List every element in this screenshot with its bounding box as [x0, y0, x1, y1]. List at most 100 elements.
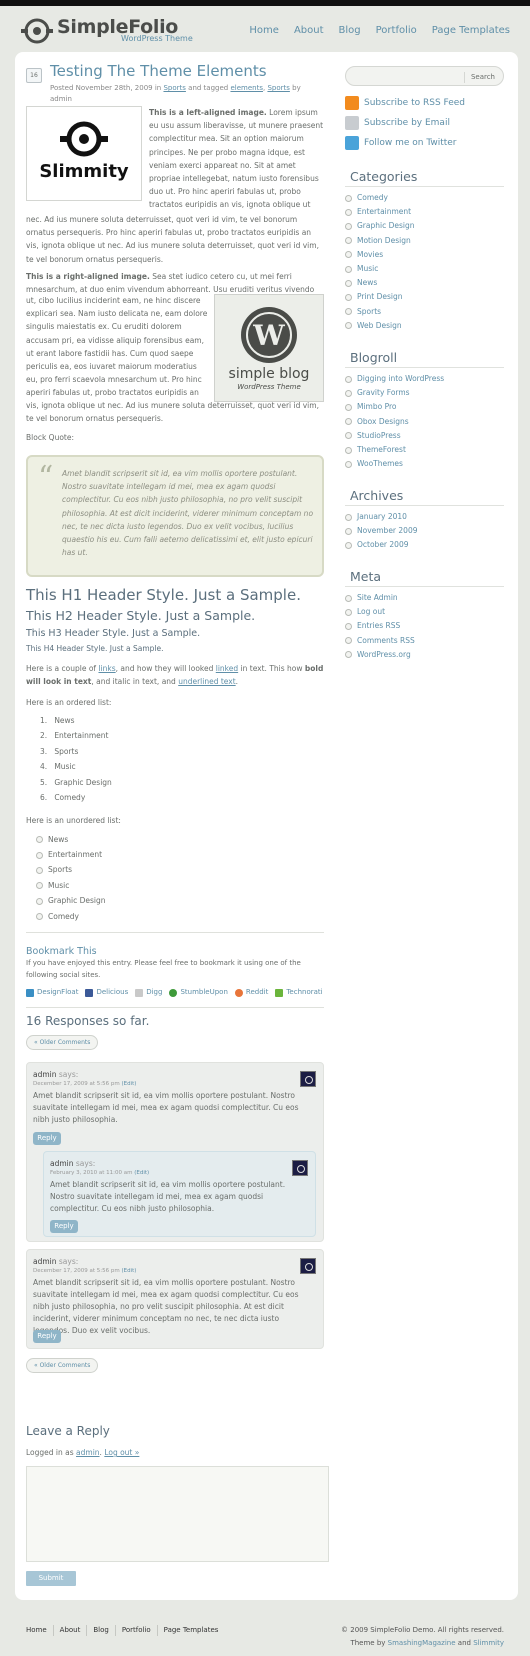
archive-link[interactable]: January 2010 — [345, 510, 418, 524]
edit-link[interactable]: (Edit) — [121, 1268, 136, 1274]
bookmark-delicious[interactable]: Delicious — [85, 987, 128, 998]
list-item: 2. Entertainment — [40, 731, 109, 741]
comment: admin says: December 17, 2009 at 5:56 pm… — [26, 1249, 324, 1349]
submit-button[interactable]: Submit — [26, 1571, 76, 1586]
main-nav: Home About Blog Portfolio Page Templates — [249, 23, 510, 39]
category-link[interactable]: Entertainment — [345, 205, 415, 219]
list-item: 5. Graphic Design — [40, 777, 112, 787]
nav-portfolio[interactable]: Portfolio — [376, 23, 417, 39]
reply-button[interactable]: Reply — [33, 1132, 61, 1145]
nav-blog[interactable]: Blog — [339, 23, 361, 39]
blogroll-link[interactable]: StudioPress — [345, 429, 444, 443]
bookmark-designfloat[interactable]: DesignFloat — [26, 987, 78, 998]
post-title[interactable]: Testing The Theme Elements — [50, 62, 267, 82]
reply-button[interactable]: Reply — [33, 1330, 61, 1343]
theme-credit: Theme by SmashingMagazine and Slimmity — [350, 1639, 504, 1647]
bookmark-technorati[interactable]: Technorati — [275, 987, 323, 998]
blogroll-link[interactable]: Gravity Forms — [345, 386, 444, 400]
bookmark-links: DesignFloat Delicious Digg StumbleUpon R… — [26, 987, 323, 998]
footer-blog[interactable]: Blog — [86, 1625, 114, 1637]
blogroll-link[interactable]: Obox Designs — [345, 415, 444, 429]
category-link[interactable]: Movies — [345, 248, 415, 262]
email-icon — [345, 116, 359, 131]
meta-link[interactable]: Site Admin — [345, 591, 415, 605]
nav-about[interactable]: About — [294, 23, 324, 39]
reply-button[interactable]: Reply — [50, 1220, 78, 1233]
search-button[interactable]: Search — [463, 72, 495, 84]
meta-tag-link[interactable]: Sports — [267, 84, 289, 92]
user-link[interactable]: admin — [76, 1448, 100, 1457]
nav-page-templates[interactable]: Page Templates — [432, 23, 510, 39]
older-comments-button[interactable]: « Older Comments — [26, 1035, 99, 1050]
meta-tagged: and tagged — [188, 84, 229, 92]
category-link[interactable]: Sports — [345, 305, 415, 319]
meta-tag-link[interactable]: elements — [230, 84, 263, 92]
category-link[interactable]: Motion Design — [345, 234, 415, 248]
designfloat-icon — [26, 988, 34, 997]
logout-link[interactable]: Log out » — [104, 1448, 139, 1457]
category-link[interactable]: News — [345, 276, 415, 290]
meta-link[interactable]: Log out — [345, 605, 415, 619]
nav-home[interactable]: Home — [249, 23, 279, 39]
list-item: 6. Comedy — [40, 792, 86, 802]
archives-title: Archives — [350, 488, 404, 503]
comment-textarea[interactable] — [26, 1466, 329, 1562]
right-lead: This is a right-aligned image. — [26, 272, 150, 281]
h3-sample: This H3 Header Style. Just a Sample. — [26, 628, 201, 639]
site-logo[interactable]: SimpleFolio WordPress Theme — [21, 16, 201, 46]
follow-twitter[interactable]: Follow me on Twitter — [345, 136, 457, 151]
footer-home[interactable]: Home — [26, 1625, 53, 1636]
blogroll-link[interactable]: Mimbo Pro — [345, 400, 444, 414]
category-link[interactable]: Graphic Design — [345, 219, 415, 233]
blogroll-link[interactable]: ThemeForest — [345, 443, 444, 457]
underlined-link[interactable]: underlined text — [178, 677, 235, 686]
footer-nav: Home About Blog Portfolio Page Templates — [26, 1625, 225, 1637]
subscribe-email[interactable]: Subscribe by Email — [345, 116, 450, 131]
avatar — [300, 1071, 316, 1087]
footer-about[interactable]: About — [52, 1625, 87, 1637]
bookmark-reddit[interactable]: Reddit — [234, 987, 268, 998]
sample-link[interactable]: links — [98, 664, 115, 673]
divider — [26, 932, 324, 933]
divider — [345, 586, 504, 587]
blockquote-text: Amet blandit scripserit sit id, ea vim m… — [62, 469, 314, 558]
bookmark-stumbleupon[interactable]: StumbleUpon — [169, 987, 228, 998]
credit-link[interactable]: Slimmity — [473, 1639, 504, 1647]
right-aligned-image: W simple blog WordPress Theme — [214, 294, 324, 402]
category-link[interactable]: Comedy — [345, 191, 415, 205]
meta-link[interactable]: WordPress.org — [345, 648, 415, 662]
comment-date: February 3, 2010 at 11:00 am (Edit) — [50, 1170, 150, 1176]
categories-list: Comedy Entertainment Graphic Design Moti… — [345, 191, 415, 333]
older-comments-button[interactable]: « Older Comments — [26, 1358, 99, 1373]
meta-link[interactable]: Comments RSS — [345, 634, 415, 648]
sample-link[interactable]: linked — [216, 664, 238, 673]
blogroll-link[interactable]: WooThemes — [345, 457, 444, 471]
bullet-icon — [36, 836, 43, 844]
edit-link[interactable]: (Edit) — [121, 1081, 136, 1087]
search-input[interactable]: Search — [345, 66, 504, 86]
list-item: Comedy — [36, 909, 106, 924]
category-link[interactable]: Print Design — [345, 290, 415, 304]
bookmark-digg[interactable]: Digg — [135, 987, 162, 998]
subscribe-rss[interactable]: Subscribe to RSS Feed — [345, 96, 465, 111]
text: , and italic in text, and — [91, 677, 176, 687]
meta-posted: Posted November 28th, 2009 in — [50, 84, 162, 92]
category-link[interactable]: Web Design — [345, 319, 415, 333]
comment-date: December 17, 2009 at 5:56 pm (Edit) — [33, 1268, 137, 1274]
comment: admin says: December 17, 2009 at 5:56 pm… — [26, 1062, 324, 1242]
archive-link[interactable]: November 2009 — [345, 524, 418, 538]
comment-text: Amet blandit scripserit sit id, ea vim m… — [33, 1091, 299, 1124]
meta-category-link[interactable]: Sports — [163, 84, 185, 92]
bullet-icon — [36, 897, 43, 905]
category-link[interactable]: Music — [345, 262, 415, 276]
credit-link[interactable]: SmashingMagazine — [388, 1639, 456, 1647]
footer-page-templates[interactable]: Page Templates — [156, 1625, 225, 1637]
edit-link[interactable]: (Edit) — [134, 1170, 149, 1176]
blogroll-link[interactable]: Digging into WordPress — [345, 372, 444, 386]
paragraph-left-cont: nec. Ad ius munere soluta deterruisset, … — [26, 215, 319, 264]
rss-icon — [345, 96, 359, 111]
meta-link[interactable]: Entries RSS — [345, 619, 415, 633]
right-image-sub: WordPress Theme — [237, 383, 301, 391]
archive-link[interactable]: October 2009 — [345, 538, 418, 552]
footer-portfolio[interactable]: Portfolio — [114, 1625, 157, 1637]
